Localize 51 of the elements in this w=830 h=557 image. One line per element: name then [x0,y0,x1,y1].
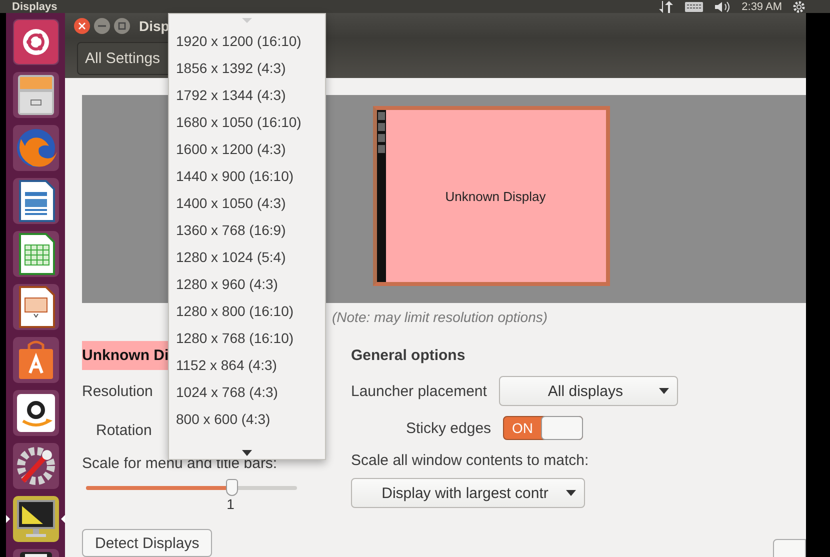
note-text: (Note: may limit resolution options) [332,309,549,325]
resolution-label: Resolution [82,383,153,400]
launcher-placement-dropdown[interactable]: All displays [498,376,678,406]
document-icon[interactable] [12,178,58,224]
dropdown-arrow-icon [658,388,669,394]
display-rectangle[interactable]: Unknown Display [373,106,610,286]
scroll-down-arrow-icon[interactable] [242,450,252,456]
speaker-icon[interactable] [714,0,732,12]
window-title: Disp [139,18,170,34]
resolution-option[interactable]: 1152 x 864 (4:3) [169,352,325,379]
clock[interactable]: 2:39 AM [742,0,782,12]
scale-all-label: Scale all window contents to match: [351,452,590,469]
general-options-heading: General options [351,347,466,364]
dropdown-arrow-icon [566,490,576,496]
display-heading: Unknown Di [82,341,170,370]
spreadsheet-icon[interactable] [12,231,58,277]
wrench-gear-icon[interactable] [12,443,58,489]
display-label: Unknown Display [444,188,546,204]
resolution-option[interactable]: 1360 x 768 (16:9) [169,217,325,244]
resolution-option[interactable]: 1400 x 1050 (4:3) [169,190,325,217]
maximize-icon[interactable] [113,16,131,35]
resolution-option[interactable]: 1280 x 800 (16:10) [169,298,325,325]
resolution-option[interactable]: 1792 x 1344 (4:3) [169,82,325,109]
settings-icon[interactable] [792,0,806,12]
detect-displays-button[interactable]: Detect Displays [82,529,212,557]
globe-icon[interactable] [12,125,58,171]
monitor-icon[interactable] [12,496,58,542]
scale-source-dropdown[interactable]: Display with largest contr [351,478,585,508]
network-icon[interactable] [658,0,674,12]
shopping-bag-icon[interactable] [12,337,58,383]
drawer-icon[interactable] [12,72,58,118]
app-title: Displays [12,0,58,12]
presentation-icon[interactable] [12,284,58,330]
keyboard-icon[interactable] [684,0,704,12]
logo-icon[interactable] [12,19,58,65]
resolution-option[interactable]: 1440 x 900 (16:10) [169,163,325,190]
resolution-option[interactable]: 1024 x 768 (4:3) [169,379,325,406]
pip-icon [6,515,10,523]
resolution-option[interactable]: 1680 x 1050 (16:10) [169,109,325,136]
rotation-label: Rotation [96,422,152,439]
scale-slider[interactable] [86,479,297,496]
sticky-edges-label: Sticky edges [406,420,492,436]
resolution-option[interactable]: 1280 x 960 (4:3) [169,271,325,298]
close-icon[interactable] [73,16,91,35]
scale-value: 1 [226,496,236,512]
slider-thumb[interactable] [226,479,238,496]
launcher-placement-label: Launcher placement [351,382,487,400]
resolution-option[interactable]: 1280 x 768 (16:10) [169,325,325,352]
resolution-option[interactable]: 800 x 600 (4:3) [169,406,325,433]
resolution-option[interactable]: 1280 x 1024 (5:4) [169,244,325,271]
resolution-option[interactable]: 1600 x 1200 (4:3) [169,136,325,163]
